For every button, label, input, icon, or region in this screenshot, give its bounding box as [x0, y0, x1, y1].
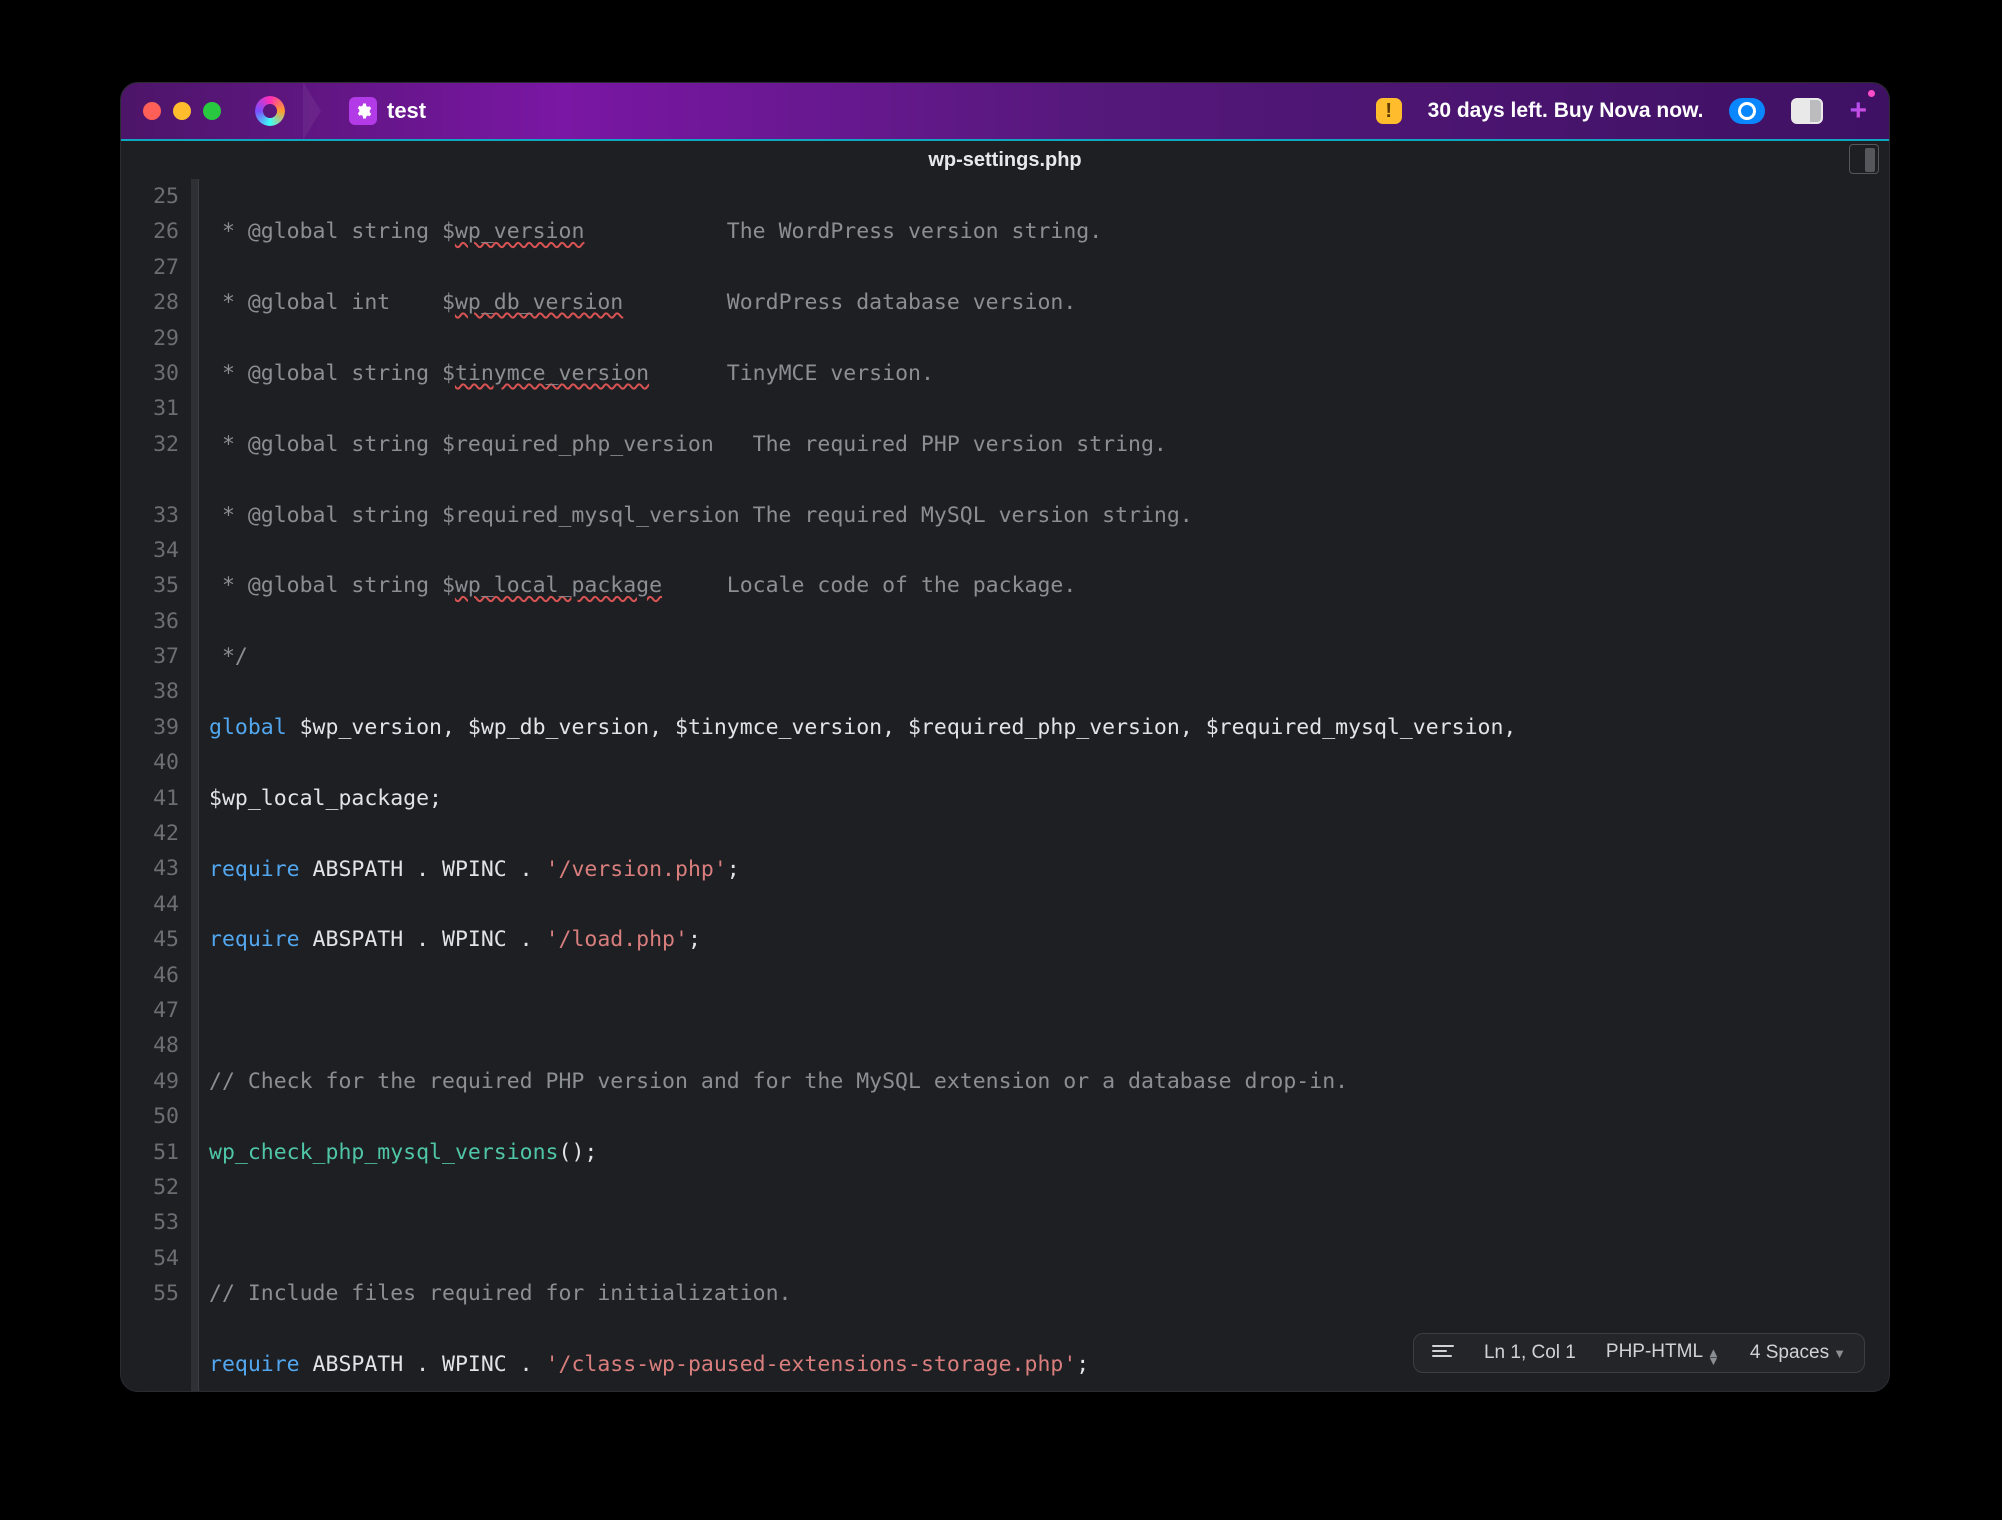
editor: 25 26 27 28 29 30 31 32 33 34 35 36 37 3… [121, 179, 1889, 1391]
line-number: 39 [121, 710, 179, 745]
tab-bar: wp-settings.php [121, 141, 1889, 179]
project-name: test [387, 98, 426, 124]
line-number: 33 [121, 498, 179, 533]
tab-filename[interactable]: wp-settings.php [928, 149, 1081, 172]
line-number: 46 [121, 958, 179, 993]
line-gutter: 25 26 27 28 29 30 31 32 33 34 35 36 37 3… [121, 179, 191, 1391]
plus-icon[interactable]: + [1849, 94, 1871, 128]
project-chip [349, 97, 377, 125]
line-number: 40 [121, 745, 179, 780]
line-number: 48 [121, 1028, 179, 1063]
app-logo-icon [255, 96, 285, 126]
line-number: 34 [121, 533, 179, 568]
gutter-border [191, 179, 199, 1391]
language-selector[interactable]: PHP-HTML▲▼ [1606, 1341, 1720, 1365]
line-number: 28 [121, 285, 179, 320]
line-number: 37 [121, 639, 179, 674]
line-number [121, 462, 179, 497]
gear-icon [354, 102, 372, 120]
line-number: 54 [121, 1241, 179, 1276]
line-number: 35 [121, 568, 179, 603]
indent-selector[interactable]: 4 Spaces▼ [1750, 1342, 1846, 1364]
line-number: 55 [121, 1276, 179, 1311]
status-bar: Ln 1, Col 1 PHP-HTML▲▼ 4 Spaces▼ [1413, 1333, 1865, 1373]
zoom-button[interactable] [203, 102, 221, 120]
app-window: test ! 30 days left. Buy Nova now. + wp-… [120, 82, 1890, 1392]
line-number: 51 [121, 1135, 179, 1170]
line-number: 25 [121, 179, 179, 214]
titlebar: test ! 30 days left. Buy Nova now. + [121, 83, 1889, 141]
cursor-position[interactable]: Ln 1, Col 1 [1484, 1342, 1576, 1364]
line-number: 31 [121, 391, 179, 426]
line-number: 27 [121, 250, 179, 285]
line-number: 44 [121, 887, 179, 922]
titlebar-right: ! 30 days left. Buy Nova now. + [1376, 83, 1871, 139]
trial-text[interactable]: 30 days left. Buy Nova now. [1428, 99, 1704, 123]
line-number: 50 [121, 1099, 179, 1134]
line-number: 53 [121, 1205, 179, 1240]
line-number: 42 [121, 816, 179, 851]
line-number: 32 [121, 427, 179, 462]
line-number: 29 [121, 321, 179, 356]
close-button[interactable] [143, 102, 161, 120]
breadcrumb-separator-icon [303, 82, 321, 140]
line-number: 41 [121, 781, 179, 816]
line-number: 45 [121, 922, 179, 957]
line-number: 30 [121, 356, 179, 391]
sidebar-toggle-icon[interactable] [1849, 144, 1879, 174]
minimize-button[interactable] [173, 102, 191, 120]
project-tab[interactable]: test [349, 97, 426, 125]
line-number: 43 [121, 851, 179, 886]
warning-icon: ! [1376, 98, 1402, 124]
symbols-icon[interactable] [1432, 1345, 1454, 1361]
line-number: 49 [121, 1064, 179, 1099]
line-number: 36 [121, 604, 179, 639]
line-number: 47 [121, 993, 179, 1028]
code-area[interactable]: * @global string $wp_version The WordPre… [199, 179, 1889, 1391]
line-number: 52 [121, 1170, 179, 1205]
line-number: 38 [121, 674, 179, 709]
line-number: 26 [121, 214, 179, 249]
panel-toggle-icon[interactable] [1791, 98, 1823, 124]
preview-icon[interactable] [1729, 98, 1765, 124]
traffic-lights [121, 102, 221, 120]
